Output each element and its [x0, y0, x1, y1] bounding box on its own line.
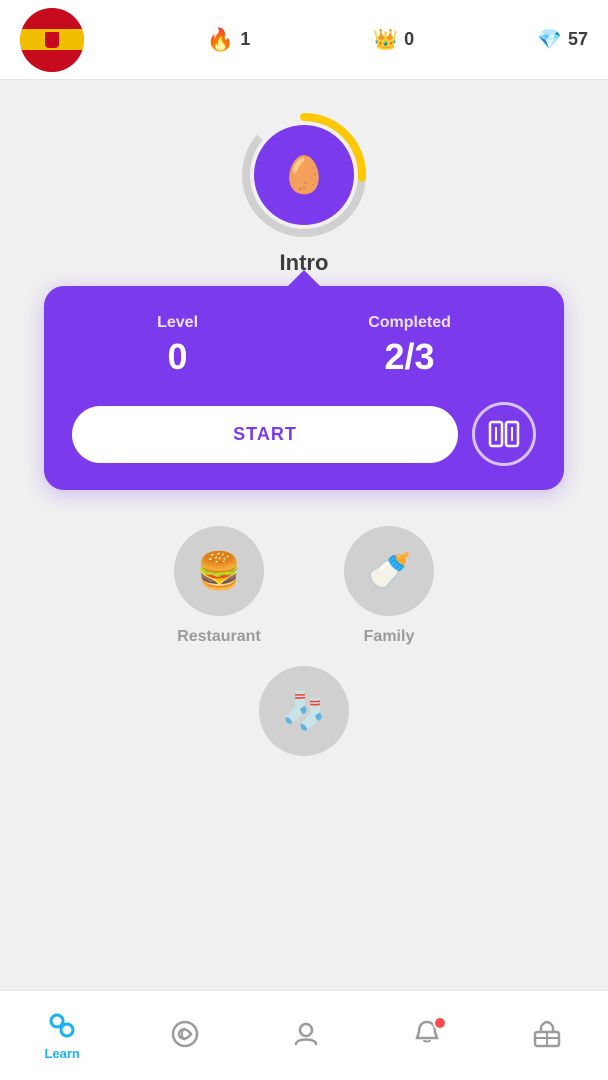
streak-stat: 🔥 1 — [207, 27, 250, 53]
practice-icon — [169, 1018, 201, 1050]
book-button[interactable] — [472, 402, 536, 466]
restaurant-label: Restaurant — [177, 628, 261, 646]
fire-icon: 🔥 — [207, 27, 234, 53]
intro-icon: 🥚 — [254, 125, 354, 225]
header: 🔥 1 👑 0 💎 57 — [0, 0, 608, 80]
restaurant-skill[interactable]: 🍔 Restaurant — [174, 526, 264, 646]
nav-practice[interactable] — [169, 1018, 201, 1054]
profile-icon — [290, 1018, 322, 1050]
gems-count: 57 — [568, 29, 588, 50]
skill-row: 🍔 Restaurant 🍼 Family — [174, 526, 434, 646]
nav-shop[interactable] — [531, 1018, 563, 1054]
nav-notifications[interactable] — [411, 1018, 443, 1054]
gem-icon: 💎 — [537, 27, 562, 52]
streak-count: 1 — [240, 29, 250, 50]
start-button[interactable]: START — [72, 406, 458, 463]
completed-label: Completed — [368, 314, 451, 332]
level-label: Level — [157, 314, 198, 332]
completed-stat: Completed 2/3 — [368, 314, 451, 378]
gems-stat: 💎 57 — [537, 27, 588, 52]
level-value: 0 — [157, 336, 198, 378]
language-flag[interactable] — [20, 8, 84, 72]
bottom-skill[interactable]: 🧦 — [259, 666, 349, 756]
learn-label: Learn — [44, 1046, 79, 1061]
nav-learn[interactable]: Learn — [44, 1010, 79, 1061]
bottom-nav: Learn — [0, 990, 608, 1080]
league-count: 0 — [404, 29, 414, 50]
main-content: 🥚 Intro Level 0 Completed 2/3 START — [0, 80, 608, 990]
completed-value: 2/3 — [368, 336, 451, 378]
restaurant-icon: 🍔 — [174, 526, 264, 616]
learn-icon — [46, 1010, 78, 1042]
family-label: Family — [364, 628, 415, 646]
shop-icon — [531, 1018, 563, 1050]
nav-profile[interactable] — [290, 1018, 322, 1054]
league-stat: 👑 0 — [373, 27, 414, 52]
notifications-icon — [411, 1018, 443, 1050]
clothing-icon: 🧦 — [259, 666, 349, 756]
intro-progress-circle[interactable]: 🥚 — [239, 110, 369, 240]
level-stat: Level 0 — [157, 314, 198, 378]
crown-icon: 👑 — [373, 27, 398, 52]
family-skill[interactable]: 🍼 Family — [344, 526, 434, 646]
card-stats: Level 0 Completed 2/3 — [72, 314, 536, 378]
card-actions: START — [72, 402, 536, 466]
family-icon: 🍼 — [344, 526, 434, 616]
intro-popup-card: Level 0 Completed 2/3 START — [44, 286, 564, 490]
